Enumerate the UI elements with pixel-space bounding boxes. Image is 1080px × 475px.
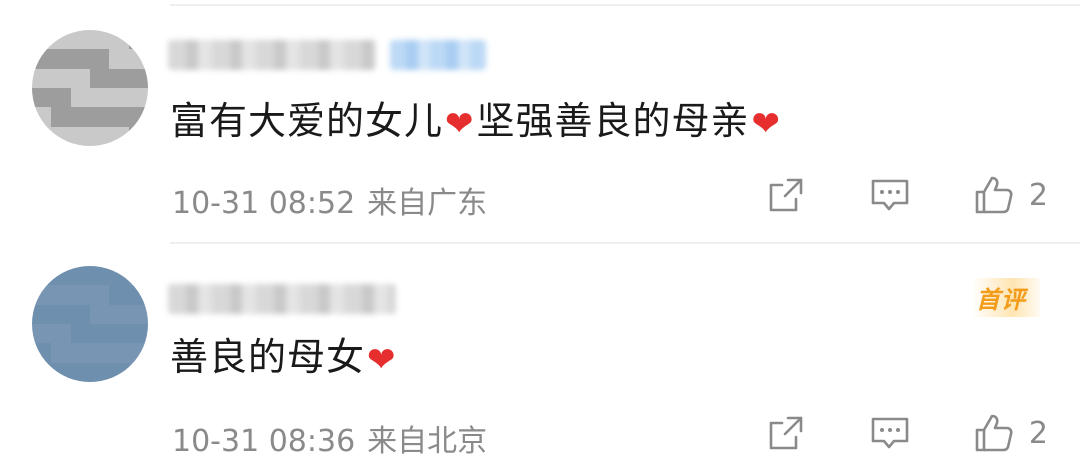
comment-actions: 2 <box>765 174 1048 216</box>
comment-region: 来自北京 <box>367 424 488 459</box>
comment-time: 10-31 08:52 <box>172 186 356 221</box>
heart-icon: ❤ <box>445 103 475 144</box>
comment-meta: 10-31 08:52 来自广东 <box>172 178 487 222</box>
comment-item-2: 首评 善良的母女❤ 10-31 08:36 来自北京 2 <box>0 244 1080 475</box>
comment-actions: 2 <box>765 412 1048 454</box>
thumbs-up-icon <box>973 174 1015 216</box>
comment-icon[interactable] <box>869 174 911 216</box>
thumbs-up-icon <box>973 412 1015 454</box>
like-button[interactable]: 2 <box>973 174 1048 216</box>
comment-item-1: 富有大爱的女儿❤坚强善良的母亲❤ 10-31 08:52 来自广东 2 <box>0 0 1080 242</box>
comment-time: 10-31 08:36 <box>172 424 356 459</box>
comment-icon[interactable] <box>869 412 911 454</box>
username-blurred[interactable] <box>168 280 396 318</box>
comment-feed: 富有大爱的女儿❤坚强善良的母亲❤ 10-31 08:52 来自广东 2 首评 善… <box>0 0 1080 475</box>
first-comment-badge: 首评 <box>972 278 1040 317</box>
like-count: 2 <box>1028 177 1048 213</box>
avatar[interactable] <box>32 30 148 146</box>
comment-region: 来自广东 <box>367 186 488 221</box>
avatar[interactable] <box>32 266 148 382</box>
comment-meta: 10-31 08:36 来自北京 <box>172 416 487 460</box>
username-blur-blue <box>390 40 486 70</box>
share-icon[interactable] <box>765 174 807 216</box>
comment-text-part1: 善良的母女 <box>170 335 366 379</box>
username-blur-gray <box>168 40 376 70</box>
like-button[interactable]: 2 <box>973 412 1048 454</box>
comment-text-part1: 富有大爱的女儿 <box>170 99 444 143</box>
username-blur-gray <box>168 284 396 314</box>
heart-icon: ❤ <box>367 339 397 380</box>
username-blurred[interactable] <box>168 36 486 74</box>
comment-text-part2: 坚强善良的母亲 <box>476 99 750 143</box>
comment-text: 富有大爱的女儿❤坚强善良的母亲❤ <box>170 98 783 147</box>
comment-text: 善良的母女❤ <box>170 334 399 383</box>
heart-icon: ❤ <box>751 103 782 144</box>
share-icon[interactable] <box>765 412 807 454</box>
like-count: 2 <box>1028 415 1048 451</box>
